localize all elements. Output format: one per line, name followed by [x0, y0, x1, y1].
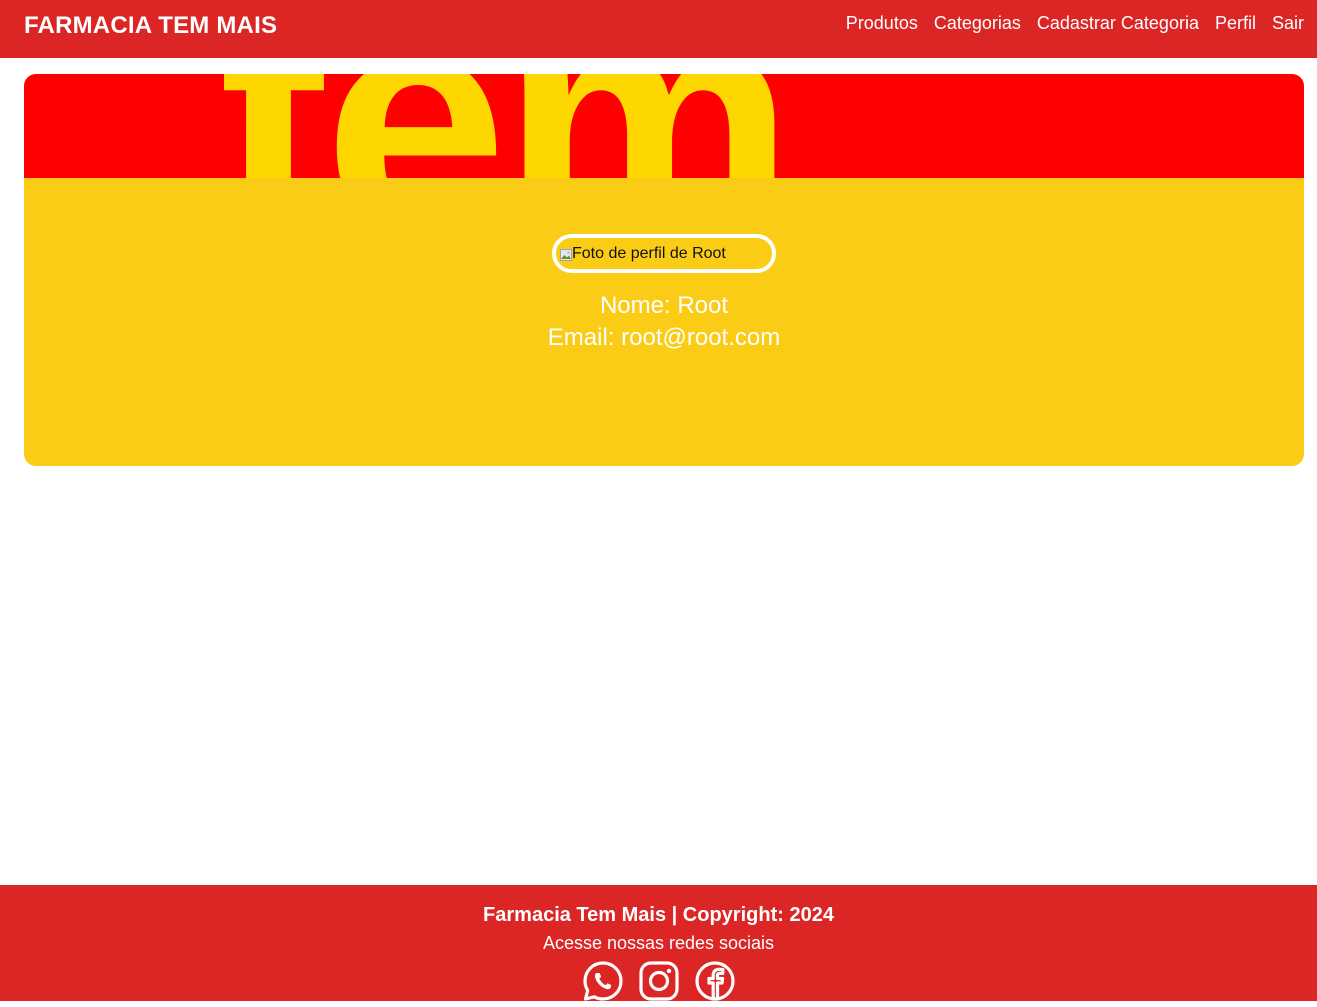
- footer-copyright: Farmacia Tem Mais | Copyright: 2024: [483, 904, 834, 926]
- profile-photo-alt-text: Foto de perfil de Root: [572, 244, 726, 262]
- profile-card: tem Foto de perfil de Root Nome: Root Em…: [24, 74, 1304, 466]
- instagram-icon[interactable]: [638, 960, 680, 1002]
- broken-image-icon: [560, 248, 572, 261]
- nav-link-sair[interactable]: Sair: [1272, 13, 1304, 34]
- brand-logo-text[interactable]: FARMACIA TEM MAIS: [24, 12, 277, 40]
- social-icons: [0, 960, 1317, 1002]
- nav-link-produtos[interactable]: Produtos: [846, 13, 918, 34]
- banner-word: tem: [220, 74, 789, 178]
- profile-name: Nome: Root: [599, 292, 729, 319]
- profile-banner: tem: [24, 74, 1304, 178]
- footer: Farmacia Tem Mais | Copyright: 2024 Aces…: [0, 885, 1317, 1001]
- whatsapp-icon[interactable]: [582, 960, 624, 1002]
- banner-logo-image: tem: [220, 74, 795, 178]
- facebook-icon[interactable]: [694, 960, 736, 1002]
- profile-photo: Foto de perfil de Root: [552, 234, 776, 273]
- nav-link-perfil[interactable]: Perfil: [1215, 13, 1256, 34]
- nav-link-cadastrar-categoria[interactable]: Cadastrar Categoria: [1037, 13, 1199, 34]
- nav-links: Produtos Categorias Cadastrar Categoria …: [846, 13, 1304, 34]
- footer-social-text: Acesse nossas redes sociais: [542, 933, 775, 953]
- nav-link-categorias[interactable]: Categorias: [934, 13, 1021, 34]
- navbar: FARMACIA TEM MAIS Produtos Categorias Ca…: [0, 0, 1317, 58]
- profile-email: Email: root@root.com: [547, 324, 781, 351]
